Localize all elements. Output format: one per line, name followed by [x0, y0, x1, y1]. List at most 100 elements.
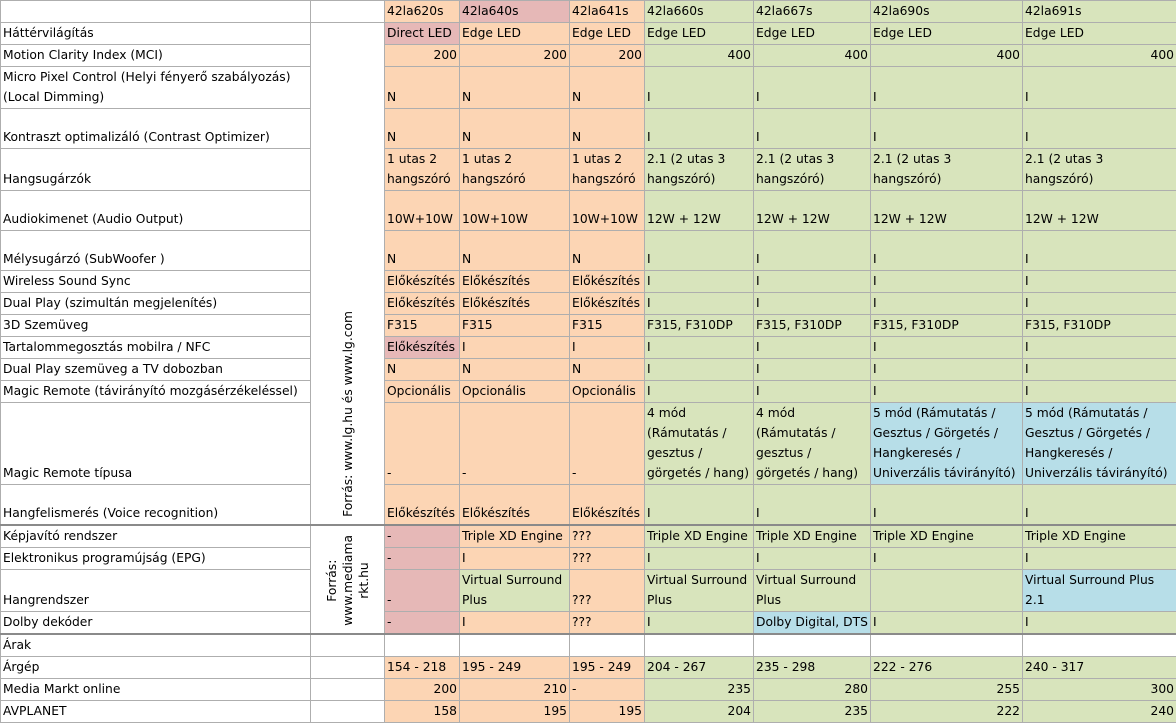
table-cell[interactable]: 240 [1023, 700, 1176, 722]
model-header-cell[interactable]: 42la690s [871, 1, 1023, 23]
table-cell[interactable]: I [871, 337, 1023, 359]
table-cell[interactable]: - [385, 403, 460, 485]
row-label[interactable]: Media Markt online [1, 678, 311, 700]
table-cell[interactable] [871, 634, 1023, 657]
table-cell[interactable]: N [385, 231, 460, 271]
table-cell[interactable]: - [385, 611, 460, 634]
table-cell[interactable]: Edge LED [1023, 23, 1176, 45]
table-cell[interactable]: 222 [871, 700, 1023, 722]
table-cell[interactable]: I [871, 109, 1023, 149]
table-cell[interactable]: I [1023, 611, 1176, 634]
table-cell[interactable]: 255 [871, 678, 1023, 700]
table-cell[interactable] [645, 634, 754, 657]
table-cell[interactable]: ??? [570, 569, 645, 611]
table-cell[interactable]: N [570, 231, 645, 271]
table-cell[interactable]: I [871, 611, 1023, 634]
table-cell[interactable]: I [1023, 231, 1176, 271]
table-cell[interactable] [460, 634, 570, 657]
table-cell[interactable]: 195 [570, 700, 645, 722]
table-cell[interactable]: 235 [645, 678, 754, 700]
model-header-cell[interactable]: 42la691s [1023, 1, 1176, 23]
row-label[interactable]: 3D Szemüveg [1, 315, 311, 337]
table-cell[interactable]: Előkészítés [385, 337, 460, 359]
table-cell[interactable]: 2.1 (2 utas 3 hangszóró) [871, 149, 1023, 191]
table-cell[interactable]: N [385, 67, 460, 109]
table-cell[interactable]: I [645, 337, 754, 359]
row-label[interactable]: Magic Remote típusa [1, 403, 311, 485]
row-label[interactable]: Elektronikus programújság (EPG) [1, 547, 311, 569]
table-cell[interactable]: N [385, 359, 460, 381]
table-cell[interactable]: Virtual Surround Plus [754, 569, 871, 611]
table-cell[interactable]: 200 [385, 45, 460, 67]
table-cell[interactable]: Edge LED [460, 23, 570, 45]
table-cell[interactable]: I [754, 67, 871, 109]
table-cell[interactable]: I [1023, 547, 1176, 569]
table-cell[interactable]: 204 - 267 [645, 656, 754, 678]
table-cell[interactable]: N [570, 359, 645, 381]
table-cell[interactable]: 1 utas 2 hangszóró [460, 149, 570, 191]
table-cell[interactable] [754, 634, 871, 657]
table-cell[interactable]: Virtual Surround Plus 2.1 [1023, 569, 1176, 611]
table-cell[interactable]: 158 [385, 700, 460, 722]
model-header-cell[interactable]: 42la620s [385, 1, 460, 23]
table-cell[interactable]: 10W+10W [385, 191, 460, 231]
table-cell[interactable]: 12W + 12W [645, 191, 754, 231]
table-cell[interactable]: 10W+10W [460, 191, 570, 231]
row-label[interactable]: Hangsugárzók [1, 149, 311, 191]
table-cell[interactable]: Direct LED [385, 23, 460, 45]
table-cell[interactable]: 2.1 (2 utas 3 hangszóró) [645, 149, 754, 191]
table-cell[interactable]: Edge LED [570, 23, 645, 45]
table-cell[interactable]: I [871, 271, 1023, 293]
table-cell[interactable]: I [1023, 359, 1176, 381]
table-cell[interactable]: 200 [460, 45, 570, 67]
table-cell[interactable]: Triple XD Engine [645, 525, 754, 548]
table-cell[interactable]: - [385, 569, 460, 611]
table-cell[interactable]: I [645, 485, 754, 525]
table-cell[interactable]: I [871, 67, 1023, 109]
table-cell[interactable]: - [385, 525, 460, 548]
table-cell[interactable]: Opcionális [385, 381, 460, 403]
table-cell[interactable]: I [460, 611, 570, 634]
table-cell[interactable] [1023, 634, 1176, 657]
table-cell[interactable]: Előkészítés [570, 271, 645, 293]
table-cell[interactable]: Edge LED [645, 23, 754, 45]
model-header-cell[interactable]: 42la640s [460, 1, 570, 23]
table-cell[interactable]: 12W + 12W [871, 191, 1023, 231]
row-label[interactable]: Hangfelismerés (Voice recognition) [1, 485, 311, 525]
table-cell[interactable]: N [385, 109, 460, 149]
row-label[interactable]: Hangrendszer [1, 569, 311, 611]
table-cell[interactable]: 4 mód (Rámutatás / gesztus / görgetés / … [754, 403, 871, 485]
table-cell[interactable]: I [754, 293, 871, 315]
table-cell[interactable]: 400 [871, 45, 1023, 67]
table-cell[interactable]: I [871, 485, 1023, 525]
row-label[interactable]: Háttérvilágítás [1, 23, 311, 45]
table-cell[interactable]: N [460, 67, 570, 109]
table-cell[interactable]: 210 [460, 678, 570, 700]
row-label[interactable]: Dolby dekóder [1, 611, 311, 634]
row-label[interactable]: Magic Remote (távirányító mozgásérzékelé… [1, 381, 311, 403]
table-cell[interactable]: I [754, 231, 871, 271]
row-label[interactable]: Micro Pixel Control (Helyi fényerő szabá… [1, 67, 311, 109]
table-cell[interactable]: F315 [385, 315, 460, 337]
table-cell[interactable]: Előkészítés [570, 293, 645, 315]
table-cell[interactable]: Opcionális [460, 381, 570, 403]
table-cell[interactable]: 195 - 249 [460, 656, 570, 678]
table-cell[interactable]: ??? [570, 525, 645, 548]
table-cell[interactable]: N [460, 359, 570, 381]
table-cell[interactable]: 12W + 12W [754, 191, 871, 231]
row-label[interactable]: Árak [1, 634, 311, 657]
table-cell[interactable]: 400 [754, 45, 871, 67]
table-cell[interactable]: I [754, 547, 871, 569]
table-cell[interactable]: F315 [570, 315, 645, 337]
row-label[interactable]: Tartalommegosztás mobilra / NFC [1, 337, 311, 359]
table-cell[interactable]: F315 [460, 315, 570, 337]
table-cell[interactable]: I [1023, 109, 1176, 149]
table-cell[interactable]: Triple XD Engine [754, 525, 871, 548]
table-cell[interactable]: Triple XD Engine [871, 525, 1023, 548]
table-cell[interactable]: 4 mód (Rámutatás / gesztus / görgetés / … [645, 403, 754, 485]
table-cell[interactable]: I [645, 67, 754, 109]
header-blank-cell[interactable] [1, 1, 311, 23]
row-label[interactable]: Kontraszt optimalizáló (Contrast Optimiz… [1, 109, 311, 149]
row-label[interactable]: Árgép [1, 656, 311, 678]
table-cell[interactable]: I [1023, 293, 1176, 315]
